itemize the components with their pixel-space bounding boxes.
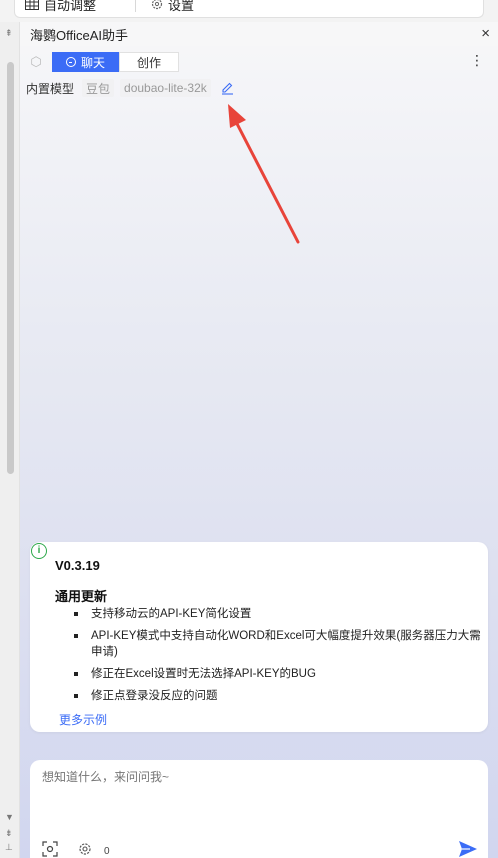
model-provider: 豆包: [82, 79, 115, 97]
vertical-scrollbar[interactable]: ⇞ ▼ ⇟ ⊥: [0, 22, 20, 858]
ribbon-divider: [135, 0, 136, 12]
ribbon-strip: 自动调整 设置: [0, 0, 498, 20]
cube-icon[interactable]: ⬡: [28, 54, 44, 70]
model-label: 内置模型: [26, 81, 75, 96]
send-icon[interactable]: [458, 840, 478, 858]
model-name: doubao-lite-32k: [120, 79, 211, 97]
list-item: 修正点登录没反应的问题: [74, 688, 484, 704]
table-icon: [25, 0, 39, 10]
close-icon[interactable]: ×: [481, 25, 490, 42]
input-toolbar: 0: [42, 840, 110, 857]
auto-adjust-button[interactable]: 自动调整: [25, 0, 96, 13]
attachment-count: 0: [104, 846, 110, 857]
gear-icon: [151, 0, 163, 10]
update-card: i V0.3.19 通用更新 支持移动云的API-KEY简化设置 API-KEY…: [30, 542, 488, 732]
model-selector: 内置模型 豆包 doubao-lite-32k: [26, 78, 234, 98]
mode-tabs: ⬡ 聊天 创作: [28, 52, 180, 72]
tab-create-label: 创作: [137, 55, 162, 70]
ribbon-toolbar: 自动调整 设置: [14, 0, 484, 18]
list-item: API-KEY模式中支持自动化WORD和Excel可大幅度提升效果(服务器压力大…: [74, 628, 484, 660]
tab-chat[interactable]: 聊天: [52, 52, 120, 72]
settings-button[interactable]: 设置: [151, 0, 194, 13]
expand-icon[interactable]: ⇟: [5, 828, 13, 839]
annotation-arrow: [228, 104, 300, 244]
panel-title-text: 海鹦OfficeAI助手: [30, 27, 129, 43]
panel-title: 海鹦OfficeAI助手: [20, 22, 498, 46]
collapse-icon[interactable]: ⇞: [5, 28, 13, 39]
gear-icon[interactable]: [78, 842, 92, 856]
scan-icon[interactable]: [42, 840, 58, 857]
tab-create[interactable]: 创作: [119, 52, 180, 72]
tab-chat-label: 聊天: [81, 55, 106, 70]
update-notes: 支持移动云的API-KEY简化设置 API-KEY模式中支持自动化WORD和Ex…: [74, 606, 484, 710]
pin-icon[interactable]: ⊥: [5, 842, 13, 853]
update-section-title: 通用更新: [55, 589, 108, 604]
info-icon: i: [31, 543, 47, 559]
assistant-panel: 海鹦OfficeAI助手 × ⬡ 聊天 创作 ⋮ 内置模型 豆包 doubao-…: [20, 22, 498, 858]
auto-adjust-label: 自动调整: [44, 0, 97, 13]
list-item: 修正在Excel设置时无法选择API-KEY的BUG: [74, 666, 484, 682]
kebab-icon[interactable]: ⋮: [470, 53, 484, 67]
scrollbar-thumb[interactable]: [7, 62, 14, 474]
chat-input-card: 0: [30, 760, 488, 858]
list-item: 支持移动云的API-KEY简化设置: [74, 606, 484, 622]
edit-icon[interactable]: [221, 82, 234, 95]
chat-input[interactable]: [42, 770, 442, 784]
more-examples-link[interactable]: 更多示例: [59, 711, 107, 728]
settings-label: 设置: [168, 0, 195, 13]
version-title: V0.3.19: [55, 558, 100, 573]
scroll-down-icon[interactable]: ▼: [5, 812, 14, 822]
chat-icon: [66, 57, 76, 67]
